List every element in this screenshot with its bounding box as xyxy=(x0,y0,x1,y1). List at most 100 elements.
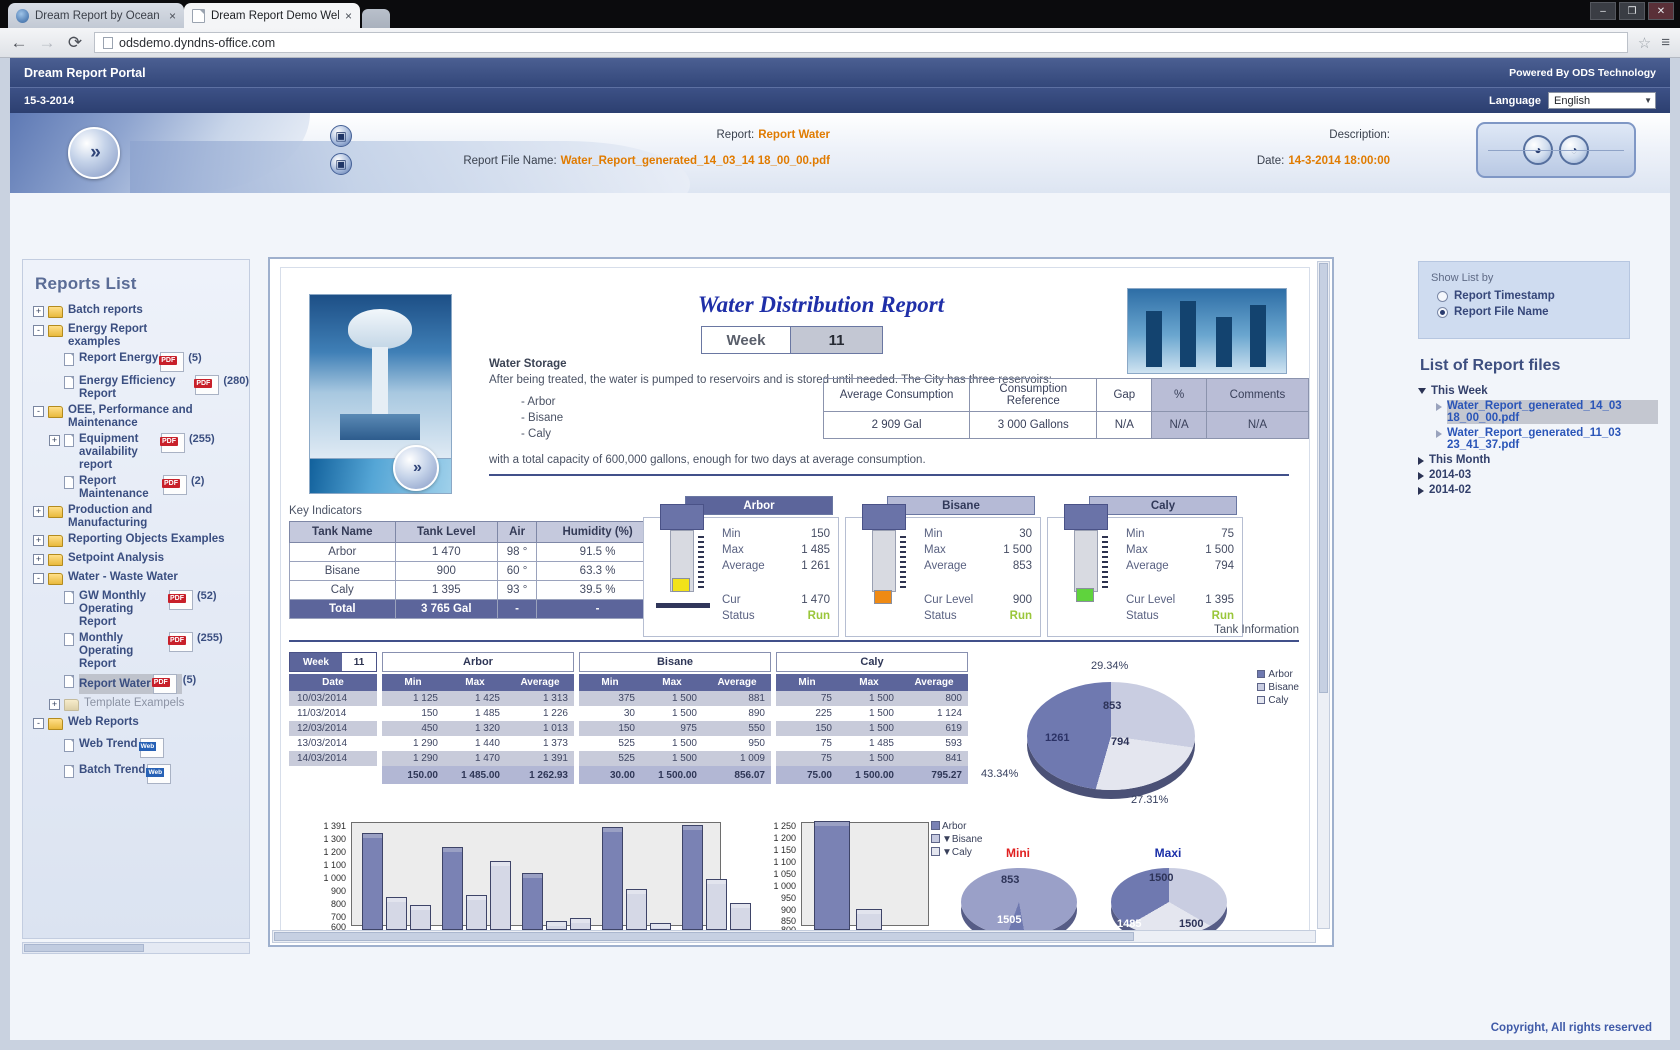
file-group-2014-03[interactable]: 2014-03 xyxy=(1418,469,1658,481)
tab-dream-report-ocean[interactable]: Dream Report by Ocean D × xyxy=(8,3,184,28)
pdf-icon[interactable] xyxy=(168,590,193,610)
gauge-widget[interactable]: ◕ ◔ xyxy=(1476,122,1636,178)
file-icon xyxy=(64,739,74,752)
tab-close-icon[interactable]: × xyxy=(169,9,176,23)
sidebar-item-template-exampels[interactable]: + Template Exampels xyxy=(33,697,249,713)
back-icon[interactable]: ← xyxy=(10,33,28,53)
tank-readouts: Min 150 Max 1 485 Average 1 261 Cur 1 470 St… xyxy=(722,528,830,626)
expander-icon[interactable]: - xyxy=(33,325,44,336)
table-row: Arbor 1 470 98 ° 91.5 % xyxy=(289,542,659,562)
browser-menu-icon[interactable]: ≡ xyxy=(1661,34,1670,51)
forward-icon[interactable]: → xyxy=(38,33,56,53)
sidebar-item-reporting-objects-examples[interactable]: + Reporting Objects Examples xyxy=(33,533,249,549)
description-cell: Description: xyxy=(830,129,1410,141)
web-icon[interactable] xyxy=(138,738,164,758)
scrollbar-thumb[interactable] xyxy=(274,932,1134,941)
bar-bisane-d3 xyxy=(546,921,567,930)
sidebar-item-report-maintenance[interactable]: Report Maintenance (2) xyxy=(33,475,249,501)
bookmark-star-icon[interactable]: ☆ xyxy=(1638,34,1651,52)
tab-dream-report-demo-web[interactable]: Dream Report Demo Web × xyxy=(184,3,360,28)
tower-tank-shape xyxy=(348,309,412,349)
chevron-right-icon[interactable] xyxy=(1418,457,1424,465)
sidebar-item-energy-efficiency-report[interactable]: Energy Efficiency Report (280) xyxy=(33,375,249,401)
close-button[interactable]: ✕ xyxy=(1648,2,1674,20)
maximize-button[interactable]: ❐ xyxy=(1619,2,1645,20)
expander-icon[interactable]: + xyxy=(33,306,44,317)
pdf-icon[interactable] xyxy=(160,433,185,453)
sidebar-item-energy-report-examples[interactable]: - Energy Report examples xyxy=(33,323,249,349)
sidebar-item-gw-monthly-operating-report[interactable]: GW Monthly Operating Report (52) xyxy=(33,590,249,629)
scrollbar-thumb[interactable] xyxy=(24,944,144,952)
tank-average-row: Average 1 261 xyxy=(722,560,830,572)
sidebar-item-web-reports[interactable]: - Web Reports xyxy=(33,716,249,732)
reload-icon[interactable]: ⟳ xyxy=(66,33,84,53)
tank-status-row: Status Run xyxy=(722,610,830,622)
mini-pie-value-top: 853 xyxy=(1001,874,1020,886)
radio-report-file-name[interactable]: Report File Name xyxy=(1437,306,1617,318)
minimize-button[interactable]: – xyxy=(1590,2,1616,20)
sidebar-item-oee-performance-maintenance[interactable]: - OEE, Performance and Maintenance xyxy=(33,404,249,430)
chevron-right-icon[interactable] xyxy=(1418,472,1424,480)
ytick: 950 xyxy=(780,893,796,903)
language-select[interactable]: English ▼ xyxy=(1548,92,1656,109)
cell-bisane-avg: 550 xyxy=(703,721,771,736)
expander-icon[interactable]: + xyxy=(33,554,44,565)
address-bar[interactable]: odsdemo.dyndns-office.com xyxy=(94,32,1628,53)
radio-icon-selected[interactable] xyxy=(1437,306,1448,318)
pdf-icon[interactable] xyxy=(194,375,220,395)
pdf-icon[interactable] xyxy=(168,632,193,652)
cell-bisane-min: 150 xyxy=(579,721,641,736)
file-icon xyxy=(64,765,74,778)
tank-gauge-icon xyxy=(856,504,914,614)
sidebar-item-production-and-manufacturing[interactable]: + Production and Manufacturing xyxy=(33,504,249,530)
scrollbar-thumb[interactable] xyxy=(1319,263,1328,693)
file-item-water-report-14-03[interactable]: Water_Report_generated_14_03 18_00_00.pd… xyxy=(1436,400,1658,424)
expander-icon[interactable]: + xyxy=(49,435,60,446)
sidebar-item-equipment-availability-report[interactable]: + Equipment availability report (255) xyxy=(33,433,249,472)
chevron-right-icon[interactable] xyxy=(1436,403,1442,411)
report-refresh-icon[interactable]: ▣ xyxy=(330,153,352,175)
report-vertical-scrollbar[interactable] xyxy=(1317,261,1330,929)
tank-body: Min 30 Max 1 500 Average 853 Cur Level 900 S… xyxy=(845,504,1041,637)
chevron-right-icon[interactable] xyxy=(1436,430,1442,438)
sidebar-item-report-energy[interactable]: Report Energy (5) xyxy=(33,352,249,372)
file-icon xyxy=(64,434,74,447)
tank-status-row: Status Run xyxy=(1126,610,1234,622)
chevron-right-icon[interactable] xyxy=(1418,487,1424,495)
sidebar-item-report-water[interactable]: Report Water (5) xyxy=(33,674,249,694)
maxi-pie-value-left: 1485 xyxy=(1117,918,1142,930)
sidebar-item-batch-trend[interactable]: Batch Trend xyxy=(33,764,249,784)
sidebar-item-water-waste-water[interactable]: - Water - Waste Water xyxy=(33,571,249,587)
radio-report-timestamp[interactable]: Report Timestamp xyxy=(1437,290,1617,302)
sidebar-item-monthly-operating-report[interactable]: Monthly Operating Report (255) xyxy=(33,632,249,671)
file-group-2014-02[interactable]: 2014-02 xyxy=(1418,484,1658,496)
file-group-this-week[interactable]: This Week xyxy=(1418,385,1658,397)
sidebar-item-web-trend[interactable]: Web Trend xyxy=(33,738,249,758)
pdf-icon[interactable] xyxy=(159,352,185,372)
expander-icon[interactable]: - xyxy=(33,718,44,729)
pdf-icon[interactable] xyxy=(151,674,177,694)
tab-close-icon[interactable]: × xyxy=(345,9,352,23)
cell-total-humidity: - xyxy=(536,599,659,619)
chevron-down-icon[interactable] xyxy=(1418,388,1426,394)
expander-icon[interactable]: + xyxy=(33,506,44,517)
file-group-this-month[interactable]: This Month xyxy=(1418,454,1658,466)
sidebar-horizontal-scrollbar[interactable] xyxy=(22,942,250,954)
expander-icon[interactable]: + xyxy=(49,699,60,710)
web-icon[interactable] xyxy=(146,764,172,784)
tank-readouts: Min 30 Max 1 500 Average 853 Cur Level 900 S… xyxy=(924,528,1032,626)
expander-icon[interactable]: + xyxy=(33,535,44,546)
label-status: Status xyxy=(924,610,957,622)
new-tab-button[interactable] xyxy=(362,9,390,28)
report-horizontal-scrollbar[interactable] xyxy=(272,930,1316,943)
expander-icon[interactable]: - xyxy=(33,406,44,417)
sidebar-item-batch-reports[interactable]: + Batch reports xyxy=(33,304,249,320)
pdf-icon[interactable] xyxy=(162,475,187,495)
portal-header: Dream Report Portal Powered By ODS Techn… xyxy=(10,58,1670,87)
report-document-icon[interactable]: ▣ xyxy=(330,125,352,147)
radio-icon[interactable] xyxy=(1437,290,1448,302)
file-item-water-report-11-03[interactable]: Water_Report_generated_11_03 23_41_37.pd… xyxy=(1436,427,1658,451)
sidebar-item-setpoint-analysis[interactable]: + Setpoint Analysis xyxy=(33,552,249,568)
expander-icon[interactable]: - xyxy=(33,573,44,584)
folder-icon xyxy=(48,406,63,418)
